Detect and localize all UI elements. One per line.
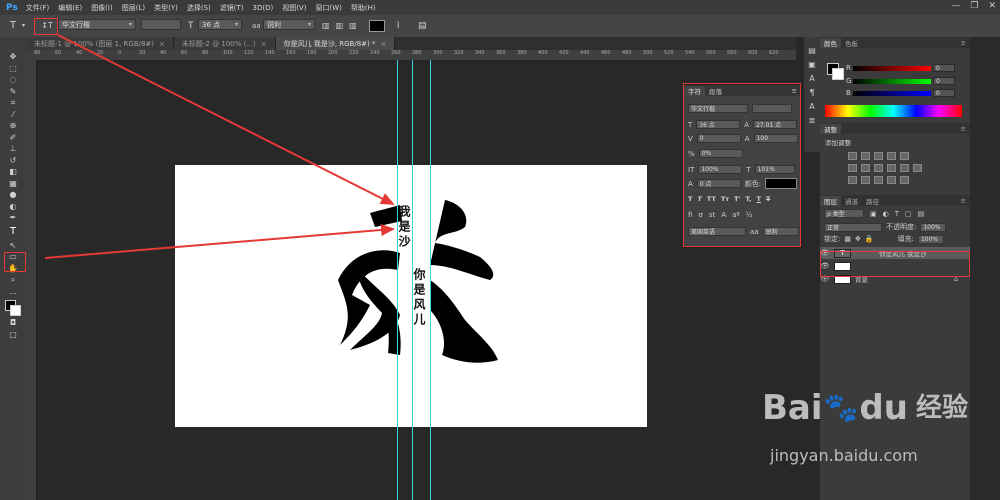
watermark-brand: Bai: [762, 388, 823, 428]
watermark-url: jingyan.baidu.com: [770, 446, 918, 465]
arrow-tool-to-text: [44, 224, 395, 259]
watermark-brand2: du: [859, 388, 908, 428]
arrow-orientation-to-text: [57, 34, 395, 205]
paw-icon: 🐾: [823, 391, 859, 424]
watermark-suffix: 经验: [915, 393, 968, 423]
baidu-watermark: Bai 🐾 du 经验 jingyan.baidu.com: [762, 390, 992, 465]
